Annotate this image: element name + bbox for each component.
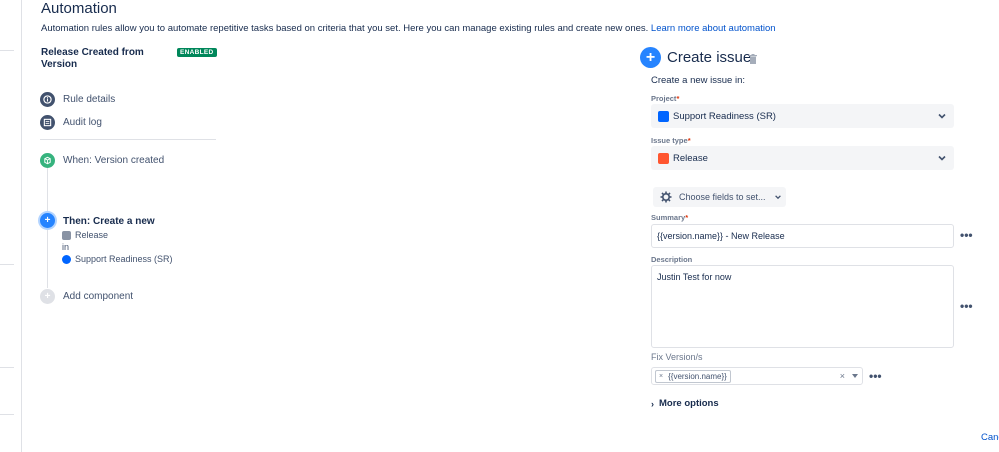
panel-divider (40, 139, 216, 140)
description-textarea[interactable]: Justin Test for now (651, 265, 954, 348)
nav-label: Rule details (63, 93, 116, 105)
list-icon (40, 114, 55, 130)
add-component-icon: + (40, 289, 55, 304)
chevron-down-icon (938, 113, 946, 119)
chevron-down-icon (938, 155, 946, 161)
project-select[interactable]: Support Readiness (SR) (651, 104, 954, 128)
remove-tag-icon[interactable]: × (659, 373, 663, 380)
summary-label-text: Summary (651, 213, 686, 222)
gutter-divider (0, 414, 14, 415)
fix-versions-select[interactable]: × {{version.name}} × (651, 367, 863, 385)
action-step-title[interactable]: Then: Create a new (63, 216, 155, 227)
project-avatar-icon (658, 110, 669, 122)
learn-more-link[interactable]: Learn more about automation (651, 23, 776, 34)
action-issue-type-label: Release (75, 230, 109, 240)
cancel-button[interactable]: Cancel (981, 432, 999, 443)
status-badge: ENABLED (177, 48, 217, 57)
gutter-divider (0, 50, 14, 51)
action-project: Support Readiness (SR) (62, 254, 173, 264)
release-type-icon (658, 152, 669, 164)
action-project-label: Support Readiness (SR) (75, 254, 173, 264)
page-description: Automation rules allow you to automate r… (41, 23, 776, 34)
summary-input[interactable]: {{version.name}} - New Release (651, 224, 954, 248)
add-component-button[interactable]: Add component (63, 291, 133, 302)
info-icon (40, 91, 55, 107)
more-options-label: More options (659, 398, 719, 409)
description-label: Description (651, 255, 693, 264)
create-issue-icon: + (640, 47, 661, 68)
more-options-toggle[interactable]: › More options (651, 398, 719, 409)
project-label: Project* (651, 94, 679, 103)
issue-type-label: Issue type* (651, 136, 691, 145)
left-gutter (0, 0, 22, 452)
required-marker: * (687, 136, 691, 145)
summary-label: Summary* (651, 213, 688, 222)
dropdown-caret-icon[interactable] (852, 374, 858, 378)
action-issue-type: Release (62, 230, 108, 240)
issue-type-select[interactable]: Release (651, 146, 954, 170)
summary-more-icon[interactable]: ••• (960, 228, 973, 242)
project-select-value: Support Readiness (SR) (673, 110, 776, 122)
nav-rule-details[interactable]: Rule details (40, 91, 115, 107)
gutter-divider (0, 367, 14, 368)
version-icon (40, 153, 55, 168)
nav-label: Audit log (63, 116, 102, 128)
fix-versions-label: Fix Version/s (651, 352, 703, 362)
required-marker: * (676, 94, 680, 103)
project-label-text: Project (651, 94, 677, 103)
connector-text: in (62, 242, 70, 252)
gutter-divider (0, 264, 14, 265)
description-text: Automation rules allow you to automate r… (41, 23, 649, 34)
plus-icon: + (40, 213, 55, 228)
issue-type-label-text: Issue type (651, 136, 688, 145)
fix-version-tag-label: {{version.name}} (668, 371, 727, 381)
gear-icon (660, 191, 672, 203)
chevron-right-icon: › (651, 398, 654, 409)
chevron-down-icon (774, 195, 781, 200)
trash-icon[interactable] (749, 54, 757, 64)
create-issue-title: Create issue (667, 49, 752, 66)
description-more-icon[interactable]: ••• (960, 299, 973, 313)
create-issue-subtitle: Create a new issue in: (651, 75, 745, 86)
release-type-icon (62, 230, 71, 240)
clear-icon[interactable]: × (840, 371, 845, 381)
choose-fields-button[interactable]: Choose fields to set... (653, 187, 786, 207)
required-marker: * (685, 213, 689, 222)
action-connector: in (62, 242, 69, 252)
issue-type-select-value: Release (673, 152, 708, 164)
choose-fields-label: Choose fields to set... (679, 192, 766, 202)
fix-versions-more-icon[interactable]: ••• (869, 369, 882, 383)
nav-audit-log[interactable]: Audit log (40, 114, 102, 130)
fix-version-tag[interactable]: × {{version.name}} (655, 369, 731, 383)
trigger-step[interactable]: When: Version created (63, 155, 164, 166)
timeline-connector (47, 168, 48, 288)
project-icon (62, 254, 71, 264)
page-title: Automation (41, 0, 117, 17)
rule-title: Release Created from Version (41, 47, 144, 70)
